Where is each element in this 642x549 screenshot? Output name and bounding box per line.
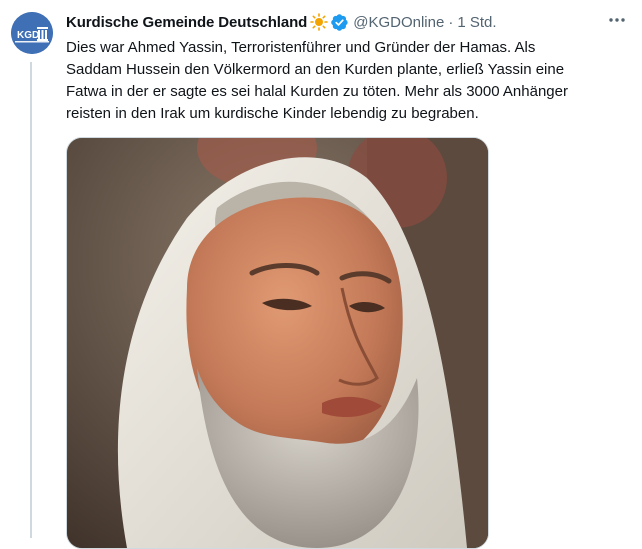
tweet-text-line: Fatwa in der er sagte es sei halal Kurde…	[66, 83, 568, 100]
tweet-timestamp[interactable]: 1 Std.	[457, 14, 496, 31]
tweet-header: Kurdische Gemeinde Deutschland @KGDOnlin…	[66, 11, 626, 33]
thread-connector-line	[30, 62, 32, 538]
portrait-image	[67, 138, 488, 548]
author-avatar[interactable]: KGD	[11, 12, 53, 54]
more-options-icon[interactable]	[606, 10, 628, 30]
author-handle[interactable]: @KGDOnline	[353, 14, 444, 31]
tweet-article[interactable]: KGD Kurdische Gemeinde Deutschland @KGDO…	[0, 0, 642, 549]
verified-badge-icon[interactable]	[330, 13, 349, 32]
separator-dot: ·	[448, 13, 454, 31]
tweet-photo[interactable]	[66, 137, 489, 549]
sun-icon	[310, 13, 329, 31]
tweet-text-line: Dies war Ahmed Yassin, Terroristenführer…	[66, 39, 536, 56]
tweet-text-line: Saddam Hussein den Völkermord an den Kur…	[66, 61, 565, 78]
tweet-text-line: reisten in den Irak um kurdische Kinder …	[66, 105, 479, 122]
tweet-text: Dies war Ahmed Yassin, Terroristenführer…	[66, 37, 636, 125]
kgd-logo-icon: KGD	[11, 12, 53, 54]
author-name[interactable]: Kurdische Gemeinde Deutschland	[66, 14, 307, 31]
avatar-logo-text: KGD	[17, 30, 39, 41]
